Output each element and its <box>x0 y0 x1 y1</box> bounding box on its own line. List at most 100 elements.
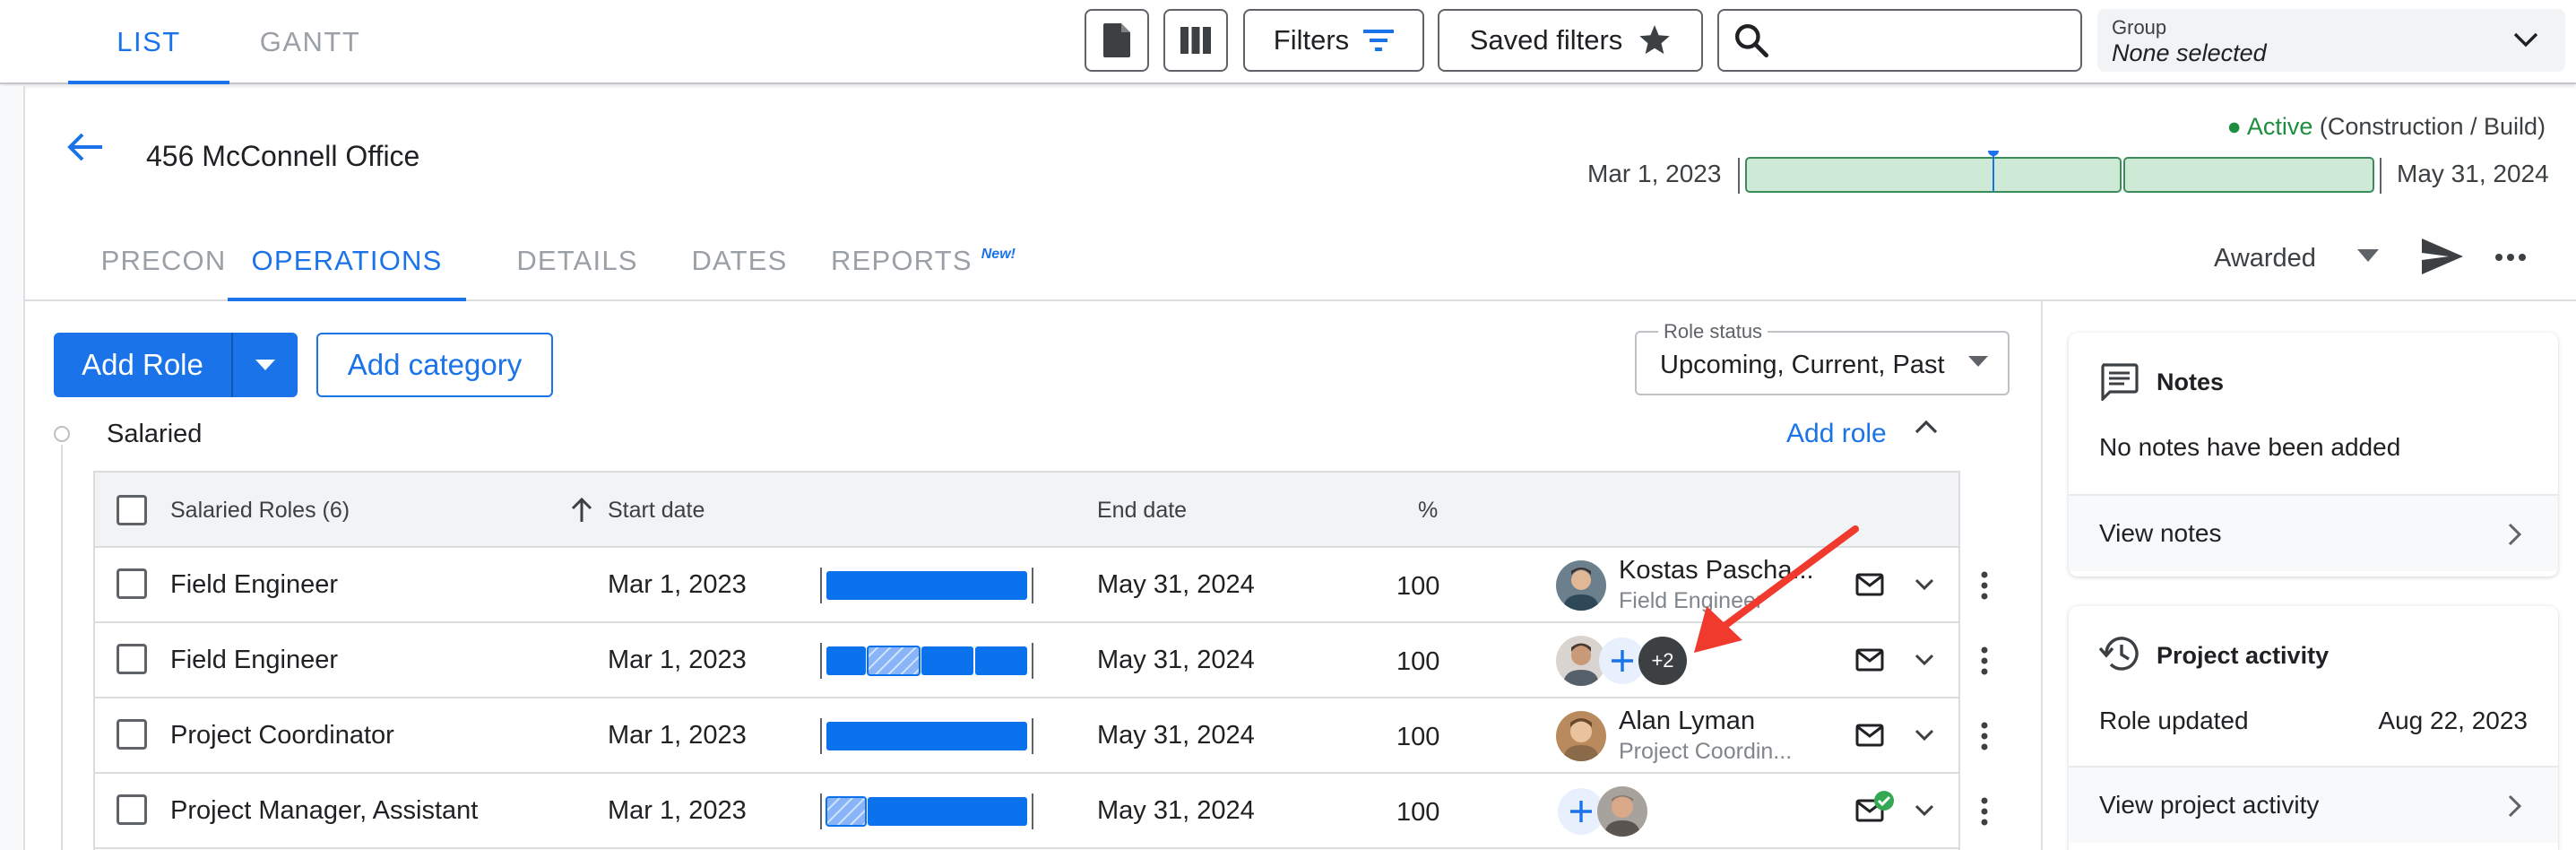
plus-icon <box>1612 650 1633 672</box>
notes-empty-text: No notes have been added <box>2099 433 2401 461</box>
today-marker <box>1988 151 1999 156</box>
timeline-end-date: May 31, 2024 <box>2397 160 2549 187</box>
percent: 100 <box>1396 798 1440 827</box>
end-date: May 31, 2024 <box>1097 646 1255 674</box>
columns-icon <box>1180 27 1211 54</box>
assignee-title: Project Coordin... <box>1619 739 1793 764</box>
send-icon[interactable] <box>2422 239 2463 274</box>
tab-gantt-label: GANTT <box>259 26 361 57</box>
filters-label: Filters <box>1273 24 1350 56</box>
status-active-label: Active <box>2246 113 2313 140</box>
add-role-dropdown-button[interactable] <box>233 333 298 397</box>
top-bar: LIST GANTT Filters Saved filters Group N… <box>0 0 2576 84</box>
table-row[interactable]: Project Coordinator Mar 1, 2023 May 31, … <box>95 698 1988 774</box>
start-date: Mar 1, 2023 <box>608 646 747 674</box>
column-start-date[interactable]: Start date <box>608 498 705 524</box>
avatar[interactable] <box>1597 786 1647 837</box>
status-dot-icon: ● <box>2226 113 2242 140</box>
end-date: May 31, 2024 <box>1097 796 1255 825</box>
group-label: Group <box>2112 16 2167 39</box>
mail-icon[interactable] <box>1855 724 1884 747</box>
more-vertical-icon[interactable] <box>1981 722 1988 750</box>
tab-list-label: LIST <box>117 26 181 57</box>
activity-item-date: Aug 22, 2023 <box>2378 707 2528 734</box>
column-percent[interactable]: % <box>1418 498 1438 524</box>
tab-dates-label: DATES <box>691 245 788 276</box>
view-activity-link[interactable]: View project activity <box>2069 766 2558 843</box>
role-name: Field Engineer <box>170 646 338 674</box>
tab-list[interactable]: LIST <box>68 0 229 84</box>
stage-caret-icon[interactable] <box>2357 249 2379 262</box>
notes-title: Notes <box>2157 369 2225 395</box>
chevron-down-icon[interactable] <box>1915 654 1934 666</box>
mail-sent-icon[interactable] <box>1855 790 1897 826</box>
chevron-down-icon[interactable] <box>1915 578 1934 591</box>
assignee-name: Alan Lyman <box>1619 707 1756 735</box>
activity-card: Project activity Role updated Aug 22, 20… <box>2069 606 2558 850</box>
back-arrow-icon[interactable] <box>63 126 108 170</box>
role-status-value: Upcoming, Current, Past <box>1660 351 1945 379</box>
group-select[interactable]: Group None selected <box>2097 9 2565 72</box>
add-role-label: Add Role <box>82 348 203 381</box>
column-end-date[interactable]: End date <box>1097 498 1187 524</box>
section-tabs: PRECON OPERATIONS DETAILS DATES REPORTS N… <box>25 222 2576 301</box>
role-gantt-bar <box>820 643 1033 679</box>
category-add-role-link[interactable]: Add role <box>1786 419 1887 449</box>
notes-card: Notes No notes have been added View note… <box>2069 333 2558 577</box>
comment-icon <box>2101 363 2139 401</box>
role-name: Field Engineer <box>170 570 338 599</box>
more-vertical-icon[interactable] <box>1981 571 1988 600</box>
saved-filters-button[interactable]: Saved filters <box>1438 9 1703 72</box>
tab-details[interactable]: DETAILS <box>488 222 667 299</box>
select-all-checkbox[interactable] <box>117 495 147 525</box>
tab-gantt[interactable]: GANTT <box>229 0 391 84</box>
filter-icon <box>1363 30 1395 51</box>
add-category-button[interactable]: Add category <box>316 333 553 397</box>
percent: 100 <box>1396 723 1440 751</box>
row-checkbox[interactable] <box>117 794 147 825</box>
row-checkbox[interactable] <box>117 644 147 674</box>
percent: 100 <box>1396 572 1440 601</box>
caret-down-icon <box>1968 356 1988 367</box>
status-detail: (Construction / Build) <box>2319 113 2546 140</box>
tab-operations[interactable]: OPERATIONS <box>228 222 466 301</box>
star-icon <box>1639 25 1670 55</box>
activity-item-label: Role updated <box>2099 707 2249 734</box>
role-gantt-bar <box>820 718 1033 754</box>
role-status-select[interactable]: Role status Upcoming, Current, Past <box>1635 320 2010 395</box>
role-status-label: Role status <box>1658 320 1768 343</box>
tab-precon[interactable]: PRECON <box>81 222 246 299</box>
view-activity-label: View project activity <box>2099 791 2320 819</box>
start-date: Mar 1, 2023 <box>608 796 747 825</box>
columns-button[interactable] <box>1163 9 1228 72</box>
chevron-up-icon[interactable] <box>1915 420 1938 434</box>
tab-precon-label: PRECON <box>100 245 227 276</box>
add-role-button[interactable]: Add Role <box>54 333 298 397</box>
chevron-right-icon <box>2508 794 2522 818</box>
filters-button[interactable]: Filters <box>1243 9 1424 72</box>
row-checkbox[interactable] <box>117 568 147 599</box>
project-timeline <box>1738 151 2382 194</box>
category-line <box>61 445 63 850</box>
table-row[interactable]: Project Manager, Assistant Mar 1, 2023 M… <box>95 774 1988 849</box>
role-gantt-bar <box>820 568 1033 603</box>
role-gantt-bar <box>820 794 1033 829</box>
more-horizontal-icon[interactable] <box>2495 242 2526 273</box>
search-input[interactable] <box>1717 9 2082 72</box>
row-checkbox[interactable] <box>117 719 147 750</box>
more-vertical-icon[interactable] <box>1981 646 1988 675</box>
avatar[interactable] <box>1556 560 1606 611</box>
stage-select[interactable]: Awarded <box>2214 244 2316 273</box>
chevron-down-icon[interactable] <box>1915 729 1934 742</box>
tab-reports[interactable]: REPORTS New! <box>816 222 1031 299</box>
history-icon <box>2099 637 2139 671</box>
avatar[interactable] <box>1556 711 1606 761</box>
document-button[interactable] <box>1085 9 1149 72</box>
view-notes-link[interactable]: View notes <box>2069 494 2558 571</box>
sort-ascending-icon[interactable] <box>570 497 593 524</box>
chevron-down-icon[interactable] <box>1915 804 1934 817</box>
tab-dates[interactable]: DATES <box>663 222 816 299</box>
caret-down-icon <box>255 360 275 370</box>
role-name: Project Coordinator <box>170 721 394 750</box>
more-vertical-icon[interactable] <box>1981 797 1988 826</box>
